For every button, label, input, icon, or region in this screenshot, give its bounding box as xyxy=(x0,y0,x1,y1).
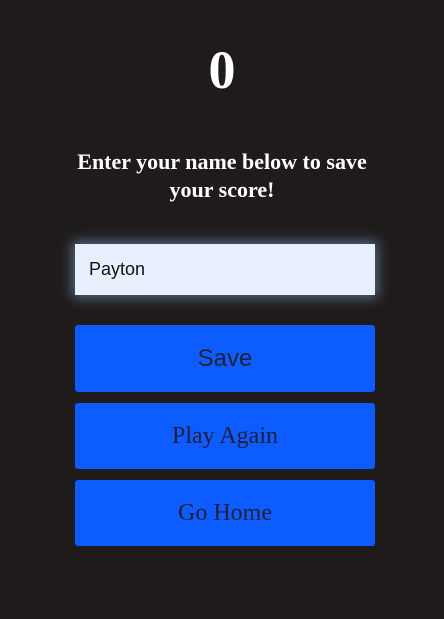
end-screen: 0 Enter your name below to save your sco… xyxy=(0,0,444,619)
save-score-prompt: Enter your name below to save your score… xyxy=(77,149,367,202)
play-again-button[interactable]: Play Again xyxy=(75,403,375,469)
go-home-button[interactable]: Go Home xyxy=(75,480,375,546)
save-button[interactable]: Save xyxy=(75,325,375,392)
final-score: 0 xyxy=(208,40,236,100)
username-input[interactable] xyxy=(75,244,375,295)
